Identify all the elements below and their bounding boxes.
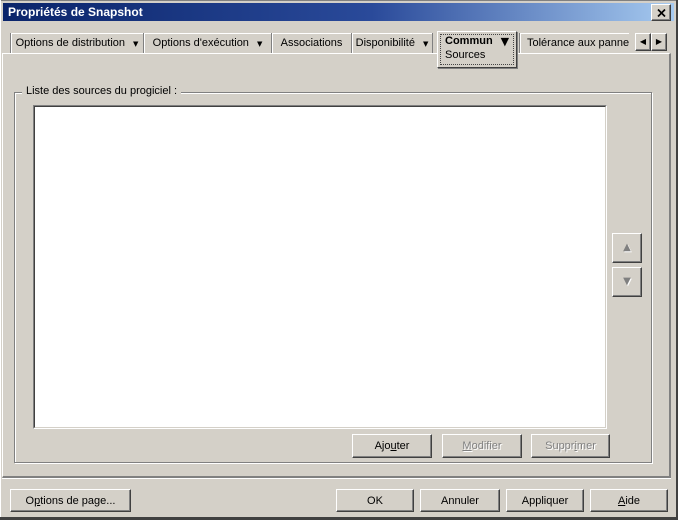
tab-tolerance-aux-pannes[interactable]: Tolérance aux panne <box>519 33 629 53</box>
cancel-button[interactable]: Annuler <box>420 489 500 512</box>
tab-options-execution[interactable]: Options d'exécution ▼ <box>143 33 271 53</box>
window-title: Propriétés de Snapshot <box>8 5 143 19</box>
arrow-down-icon: ▼ <box>623 276 631 287</box>
arrow-right-icon: ▶ <box>655 37 663 46</box>
tab-options-distribution[interactable]: Options de distribution ▼ <box>10 33 143 53</box>
sources-group-title: Liste des sources du progiciel : <box>22 85 182 97</box>
source-listbox[interactable] <box>33 105 607 429</box>
chevron-down-icon: ▼ <box>133 39 139 48</box>
source-list-area[interactable] <box>34 106 606 428</box>
delete-button[interactable]: Supprimer <box>531 434 610 458</box>
tab-label: Options d'exécution <box>152 37 249 49</box>
help-button[interactable]: Aide <box>590 489 668 512</box>
tab-disponibilite[interactable]: Disponibilité ▼ <box>351 33 433 53</box>
arrow-left-icon: ◀ <box>639 37 647 46</box>
add-button[interactable]: Ajouter <box>352 434 432 458</box>
tab-label: Associations <box>280 37 343 49</box>
tab-subpage-label: Sources <box>445 49 486 61</box>
chevron-down-icon: ▼ <box>500 34 510 48</box>
chevron-down-icon: ▼ <box>256 39 263 48</box>
window-border <box>0 0 1 520</box>
properties-dialog: Propriétés de Snapshot Options de distri… <box>0 0 678 520</box>
title-bar: Propriétés de Snapshot <box>3 3 674 21</box>
page-options-button[interactable]: Options de page... <box>10 489 131 512</box>
tab-label: Options de distribution <box>15 37 126 49</box>
close-icon <box>656 8 666 17</box>
window-border <box>0 0 678 1</box>
modify-button[interactable]: Modifier <box>442 434 522 458</box>
move-up-button[interactable]: ▲ <box>612 233 642 263</box>
close-button[interactable] <box>651 4 671 21</box>
tab-scroll-right-button[interactable]: ▶ <box>651 33 667 51</box>
tab-scroll-left-button[interactable]: ◀ <box>635 33 651 51</box>
arrow-up-icon: ▲ <box>623 242 631 253</box>
chevron-down-icon: ▼ <box>422 39 429 48</box>
tab-label: Commun <box>445 35 493 47</box>
ok-button[interactable]: OK <box>336 489 414 512</box>
tab-associations[interactable]: Associations <box>271 33 351 53</box>
tab-label: Tolérance aux panne <box>527 37 629 49</box>
tab-commun-active[interactable]: Commun ▼ Sources <box>437 31 517 68</box>
tab-label: Disponibilité <box>355 37 415 49</box>
apply-button[interactable]: Appliquer <box>506 489 584 512</box>
move-down-button[interactable]: ▼ <box>612 267 642 297</box>
